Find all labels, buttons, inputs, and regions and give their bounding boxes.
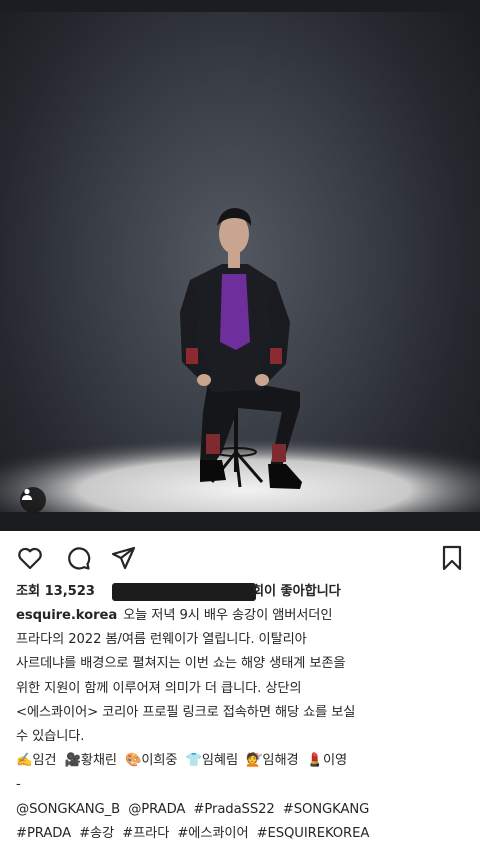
tags-line: @SONGKANG_B @PRADA #PradaSS22 #SONGKANG: [16, 798, 468, 822]
video-camera-icon: 🎥: [64, 753, 81, 769]
caption-line: 위한 지원이 함께 이루어져 의미가 더 큽니다. 상단의: [16, 680, 302, 696]
credit-item: 👕임혜림: [185, 753, 239, 769]
credit-item: ✍️임건: [16, 753, 57, 769]
photo-scene: [0, 208, 480, 531]
comment-icon[interactable]: [64, 544, 92, 572]
credits-line: ✍️임건 🎥황채린 🎨이희중 👕임혜림 💇임해경 💄이영: [16, 749, 468, 773]
caption-line: <에스콰이어> 코리아 프로필 링크로 접속하면 해당 쇼를 보실: [16, 704, 356, 720]
hashtag-link[interactable]: #PradaSS22: [193, 802, 274, 817]
bookmark-icon[interactable]: [438, 544, 466, 572]
likes-summary[interactable]: 조회 13,523 회이 좋아합니다: [16, 580, 468, 604]
lipstick-icon: 💄: [306, 753, 323, 769]
status-bar-strip: [0, 0, 480, 12]
hashtag-link[interactable]: #SONGKANG: [283, 802, 370, 817]
likes-count: 13,523: [44, 584, 95, 599]
haircut-icon: 💇: [246, 753, 263, 769]
redacted-username: [112, 583, 256, 601]
caption-text: 오늘 저녁 9시 배우 송강이 앰버서더인: [123, 608, 333, 623]
tags-line: #PRADA #송강 #프라다 #에스콰이어 #ESQUIREKOREA: [16, 822, 468, 846]
hashtag-link[interactable]: #에스콰이어: [177, 826, 248, 841]
hashtag-link[interactable]: #프라다: [122, 826, 169, 841]
likes-suffix: 회이 좋아합니다: [252, 584, 341, 599]
caption-line: esquire.korea 오늘 저녁 9시 배우 송강이 앰버서더인: [16, 604, 468, 628]
credit-item: 🎥황채린: [64, 753, 118, 769]
user-tag-button[interactable]: [20, 487, 46, 513]
caption-line: 수 있습니다.: [16, 729, 85, 745]
palette-icon: 🎨: [125, 753, 142, 769]
send-icon[interactable]: [110, 544, 138, 572]
person-tag-icon: [21, 488, 33, 500]
post-action-bar: [0, 540, 480, 576]
credit-item: 💇임해경: [246, 753, 299, 769]
mention-link[interactable]: @PRADA: [128, 802, 185, 817]
hashtag-link[interactable]: #송강: [79, 826, 114, 841]
hashtag-link[interactable]: #ESQUIREKOREA: [257, 826, 370, 841]
caption-line: 프라다의 2022 봄/여름 런웨이가 열립니다. 이탈리아: [16, 632, 307, 648]
post-caption-area: 조회 13,523 회이 좋아합니다 esquire.korea 오늘 저녁 9시…: [16, 580, 468, 846]
credit-item: 🎨이희중: [125, 753, 178, 769]
hashtag-link[interactable]: #PRADA: [16, 826, 71, 841]
post-username[interactable]: esquire.korea: [16, 608, 117, 623]
likes-prefix: 조회: [16, 584, 41, 599]
separator: -: [16, 777, 21, 793]
mention-link[interactable]: @SONGKANG_B: [16, 802, 120, 817]
writer-icon: ✍️: [16, 753, 33, 769]
caption-line: 사르데냐를 배경으로 펼쳐지는 이번 쇼는 해양 생태계 보존을: [16, 656, 346, 672]
heart-icon[interactable]: [16, 544, 44, 572]
credit-item: 💄이영: [306, 753, 348, 769]
tshirt-icon: 👕: [185, 753, 202, 769]
post-photo[interactable]: [0, 12, 480, 531]
